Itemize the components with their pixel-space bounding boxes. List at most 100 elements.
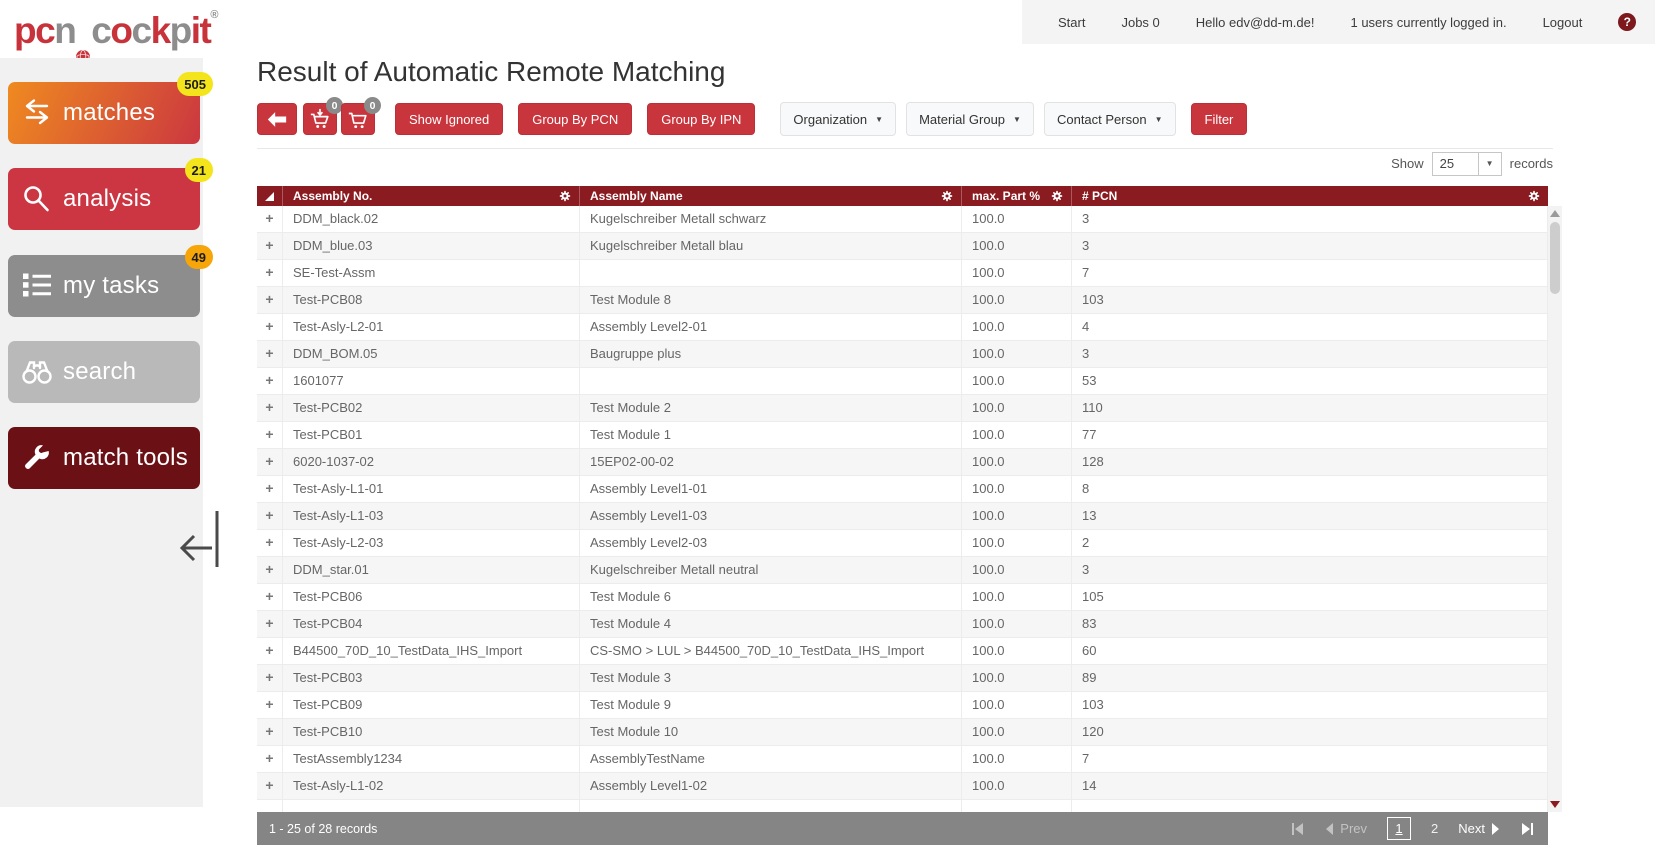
cart-download-button[interactable]: 0 bbox=[303, 97, 343, 135]
table-row[interactable]: + DDM_BOM.05 Baugruppe plus 100.0 3 bbox=[257, 341, 1548, 368]
column-header-assembly-no[interactable]: Assembly No. bbox=[283, 186, 580, 206]
table-row[interactable]: + Test-PCB06 Test Module 6 100.0 105 bbox=[257, 584, 1548, 611]
back-button[interactable] bbox=[257, 103, 297, 135]
table-row[interactable]: + DDM_black.02 Kugelschreiber Metall schwa… bbox=[257, 206, 1548, 233]
page-size-select[interactable]: 25 ▼ bbox=[1431, 151, 1502, 176]
row-expander[interactable]: + bbox=[257, 557, 283, 583]
sidebar-item-analysis[interactable]: analysis 21 bbox=[8, 158, 213, 230]
records-summary: 1 - 25 of 28 records bbox=[269, 821, 378, 836]
row-expander[interactable]: + bbox=[257, 287, 283, 313]
row-expander[interactable]: + bbox=[257, 233, 283, 259]
cell-assembly-name: 15EP02-00-02 bbox=[580, 449, 962, 475]
table-row[interactable]: +6020-1037-02 15EP02-00-02 100.0 128 bbox=[257, 449, 1548, 476]
sidebar-item-label: my tasks bbox=[63, 272, 160, 299]
cell-pcn-count: 14 bbox=[1072, 773, 1548, 799]
table-row[interactable]: + Test-PCB09 Test Module 9 100.0 103 bbox=[257, 692, 1548, 719]
collapse-all-rows-button[interactable] bbox=[257, 186, 283, 206]
row-expander[interactable]: + bbox=[257, 584, 283, 610]
cell-pcn-count: 110 bbox=[1072, 395, 1548, 421]
gear-icon[interactable] bbox=[1528, 190, 1540, 202]
group-by-pcn-button[interactable]: Group By PCN bbox=[518, 103, 633, 135]
row-expander[interactable]: + bbox=[257, 746, 283, 772]
sidebar-item-match-tools[interactable]: match tools bbox=[8, 427, 200, 489]
last-page-button[interactable] bbox=[1520, 822, 1534, 836]
table-row[interactable]: + Test-PCB10 Test Module 10 100.0 120 bbox=[257, 719, 1548, 746]
page-size-value: 25 bbox=[1439, 156, 1455, 171]
cell-assembly-no bbox=[283, 800, 580, 812]
row-expander[interactable]: + bbox=[257, 530, 283, 556]
row-expander[interactable]: + bbox=[257, 260, 283, 286]
scroll-up-arrow-icon[interactable] bbox=[1550, 210, 1560, 217]
row-expander[interactable]: + bbox=[257, 719, 283, 745]
cell-assembly-no: DDM_star.01 bbox=[283, 557, 580, 583]
filter-button[interactable]: Filter bbox=[1190, 103, 1248, 135]
group-by-ipn-button[interactable]: Group By IPN bbox=[647, 103, 756, 135]
row-expander[interactable]: + bbox=[257, 206, 283, 232]
row-expander[interactable]: + bbox=[257, 314, 283, 340]
topbar-jobs-link[interactable]: Jobs 0 bbox=[1121, 15, 1159, 30]
cell-assembly-no: Test-Asly-L1-01 bbox=[283, 476, 580, 502]
row-expander[interactable]: + bbox=[257, 773, 283, 799]
table-row[interactable]: + Test-PCB03 Test Module 3 100.0 89 bbox=[257, 665, 1548, 692]
sidebar-item-matches[interactable]: matches 505 bbox=[8, 72, 213, 144]
prev-page-button[interactable]: Prev bbox=[1325, 821, 1367, 836]
column-header-max-part[interactable]: max. Part % bbox=[962, 186, 1072, 206]
contact-person-dropdown[interactable]: Contact Person ▼ bbox=[1043, 102, 1176, 136]
column-label: Assembly Name bbox=[590, 189, 683, 203]
sidebar-collapse-button[interactable] bbox=[174, 510, 220, 568]
table-row[interactable]: + Test-Asly-L1-01 Assembly Level1-01 100.0 8 bbox=[257, 476, 1548, 503]
table-row[interactable]: + Test-Asly-L2-01 Assembly Level2-01 100.0 4 bbox=[257, 314, 1548, 341]
topbar-logout-link[interactable]: Logout bbox=[1543, 15, 1583, 30]
table-row[interactable]: + DDM_star.01 Kugelschreiber Metall neutra… bbox=[257, 557, 1548, 584]
table-row[interactable]: + Test-Asly-L1-03 Assembly Level1-03 100.0 1… bbox=[257, 503, 1548, 530]
app-logo[interactable]: p c n c o c k p i t ® bbox=[14, 4, 218, 65]
sidebar-item-search[interactable]: search bbox=[8, 341, 200, 403]
row-expander[interactable]: + bbox=[257, 449, 283, 475]
table-scrollbar[interactable] bbox=[1548, 206, 1562, 812]
row-expander[interactable]: + bbox=[257, 665, 283, 691]
first-page-button[interactable] bbox=[1291, 822, 1305, 836]
row-expander[interactable]: + bbox=[257, 503, 283, 529]
cell-assembly-no: SE-Test-Assm bbox=[283, 260, 580, 286]
column-header-pcn-count[interactable]: # PCN bbox=[1072, 186, 1548, 206]
sidebar-item-my-tasks[interactable]: my tasks 49 bbox=[8, 245, 213, 317]
page-button-2[interactable]: 2 bbox=[1431, 821, 1438, 836]
table-row[interactable]: +1601077 100.0 53 bbox=[257, 368, 1548, 395]
row-expander[interactable]: + bbox=[257, 395, 283, 421]
table-row[interactable]: + Test-PCB01 Test Module 1 100.0 77 bbox=[257, 422, 1548, 449]
row-expander[interactable]: + bbox=[257, 611, 283, 637]
help-icon[interactable]: ? bbox=[1618, 13, 1637, 31]
table-row[interactable]: + SE-Test-Assm 100.0 7 bbox=[257, 260, 1548, 287]
page-button-1[interactable]: 1 bbox=[1387, 817, 1412, 840]
table-row[interactable]: + Test-PCB04 Test Module 4 100.0 83 bbox=[257, 611, 1548, 638]
table-row[interactable]: + Test-PCB08 Test Module 8 100.0 103 bbox=[257, 287, 1548, 314]
cell-max-part: 100.0 bbox=[962, 422, 1072, 448]
table-row[interactable]: + Test-PCB02 Test Module 2 100.0 110 bbox=[257, 395, 1548, 422]
scrollbar-thumb[interactable] bbox=[1550, 222, 1560, 294]
sidebar-item-label: analysis bbox=[63, 185, 152, 212]
row-expander[interactable]: + bbox=[257, 476, 283, 502]
row-expander[interactable]: + bbox=[257, 368, 283, 394]
table-row[interactable]: + Test-Asly-L2-03 Assembly Level2-03 100.0 2 bbox=[257, 530, 1548, 557]
table-row[interactable]: + B44500_70D_10_TestData_IHS_Import CS-SMO… bbox=[257, 638, 1548, 665]
row-expander[interactable]: + bbox=[257, 638, 283, 664]
topbar-start-link[interactable]: Start bbox=[1058, 15, 1085, 30]
table-row[interactable]: + Test-Asly-L1-02 Assembly Level1-02 100.0 1… bbox=[257, 773, 1548, 800]
cell-pcn-count: 60 bbox=[1072, 638, 1548, 664]
gear-icon[interactable] bbox=[1051, 190, 1063, 202]
gear-icon[interactable] bbox=[559, 190, 571, 202]
row-expander[interactable]: + bbox=[257, 341, 283, 367]
show-ignored-button[interactable]: Show Ignored bbox=[395, 103, 504, 135]
column-header-assembly-name[interactable]: Assembly Name bbox=[580, 186, 962, 206]
row-expander[interactable]: + bbox=[257, 422, 283, 448]
organization-dropdown[interactable]: Organization ▼ bbox=[780, 102, 897, 136]
arrow-left-icon bbox=[267, 111, 287, 127]
row-expander[interactable]: + bbox=[257, 692, 283, 718]
cart-button[interactable]: 0 bbox=[341, 97, 381, 135]
material-group-dropdown[interactable]: Material Group ▼ bbox=[906, 102, 1034, 136]
table-row[interactable]: + DDM_blue.03 Kugelschreiber Metall blau 10… bbox=[257, 233, 1548, 260]
gear-icon[interactable] bbox=[941, 190, 953, 202]
scroll-down-arrow-icon[interactable] bbox=[1550, 801, 1560, 808]
next-page-button[interactable]: Next bbox=[1458, 821, 1500, 836]
table-row[interactable]: + TestAssembly1234 AssemblyTestName 100.0 7 bbox=[257, 746, 1548, 773]
